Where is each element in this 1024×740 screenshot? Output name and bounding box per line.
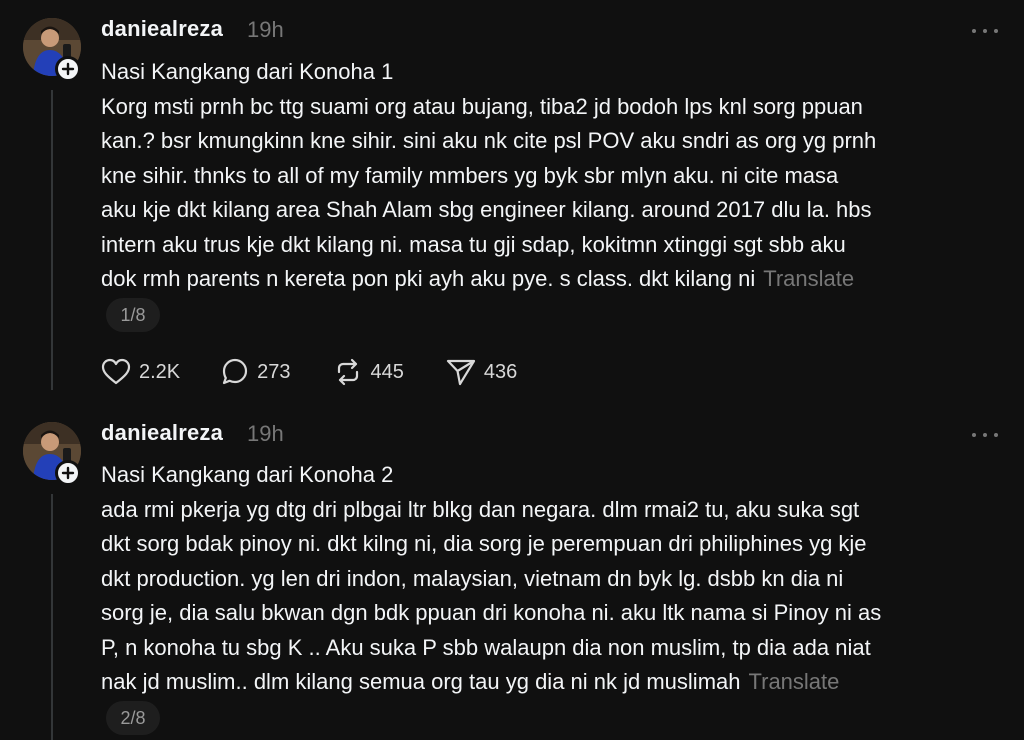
post-line-last: dok rmh parents n kereta pon pki ayh aku…: [101, 262, 1001, 297]
share-button[interactable]: 436: [446, 358, 517, 386]
post-line: kne sihir. thnks to all of my family mmb…: [101, 162, 839, 188]
reply-button[interactable]: 273: [221, 358, 291, 386]
page-indicator: 2/8: [106, 701, 160, 735]
plus-icon: [61, 466, 75, 480]
post-username[interactable]: daniealreza: [101, 420, 223, 446]
post-line: kan.? bsr kmungkinn kne sihir. sini aku …: [101, 128, 877, 153]
post-body: Nasi Kangkang dari Konoha 1 Korg msti pr…: [101, 55, 1001, 297]
share-count: 436: [483, 360, 518, 383]
more-options-button[interactable]: [972, 428, 998, 442]
like-count: 2.2K: [139, 360, 181, 383]
page-indicator: 1/8: [106, 298, 160, 332]
translate-link[interactable]: Translate: [763, 266, 854, 291]
comment-icon: [223, 358, 248, 385]
repost-icon: [337, 358, 358, 386]
post-line: P, n konoha tu sbg K .. Aku suka P sbb w…: [101, 634, 871, 660]
action-bar: 2.2K 273 445 436: [101, 357, 517, 387]
more-options-button[interactable]: [972, 24, 998, 38]
avatar-container: [23, 422, 81, 486]
post-line: Korg msti prnh bc ttg suami org atau buj…: [101, 93, 863, 119]
post-title: Nasi Kangkang dari Konoha 2: [101, 462, 394, 487]
avatar-container: [23, 18, 81, 82]
post-line: sorg je, dia salu bkwan dgn bdk ppuan dr…: [101, 600, 882, 625]
post-title: Nasi Kangkang dari Konoha 1: [101, 59, 394, 84]
thread-connector-line: [51, 90, 53, 390]
more-dots-icon: [972, 433, 976, 437]
post-line: nak jd muslim.. dlm kilang semua org tau…: [101, 669, 741, 694]
heart-icon: [101, 358, 131, 385]
follow-button[interactable]: [55, 56, 81, 82]
translate-link[interactable]: Translate: [749, 669, 840, 694]
post-line: dok rmh parents n kereta pon pki ayh aku…: [101, 266, 756, 291]
post-line: ada rmi pkerja yg dtg dri plbgai ltr blk…: [101, 496, 860, 522]
send-icon: [446, 359, 476, 386]
reply-count: 273: [257, 360, 291, 383]
follow-button[interactable]: [55, 460, 81, 486]
repost-button[interactable]: 445: [333, 358, 404, 386]
post-line: aku kje dkt kilang area Shah Alam sbg en…: [101, 197, 872, 222]
post-username[interactable]: daniealreza: [101, 16, 223, 42]
post-time: 19h: [247, 17, 284, 42]
post-line: intern aku trus kje dkt kilang ni. masa …: [101, 231, 846, 257]
like-button[interactable]: 2.2K: [101, 358, 180, 386]
thread-connector-line: [51, 494, 53, 740]
post-time: 19h: [247, 421, 284, 446]
plus-icon: [61, 62, 75, 76]
more-dots-icon: [972, 29, 976, 33]
repost-count: 445: [370, 360, 404, 383]
post-line: dkt production. yg len dri indon, malays…: [101, 565, 844, 591]
post-body: Nasi Kangkang dari Konoha 2 ada rmi pker…: [101, 458, 1001, 700]
post-line: dkt sorg bdak pinoy ni. dkt kilng ni, di…: [101, 531, 867, 556]
post-line-last: nak jd muslim.. dlm kilang semua org tau…: [101, 665, 1001, 700]
